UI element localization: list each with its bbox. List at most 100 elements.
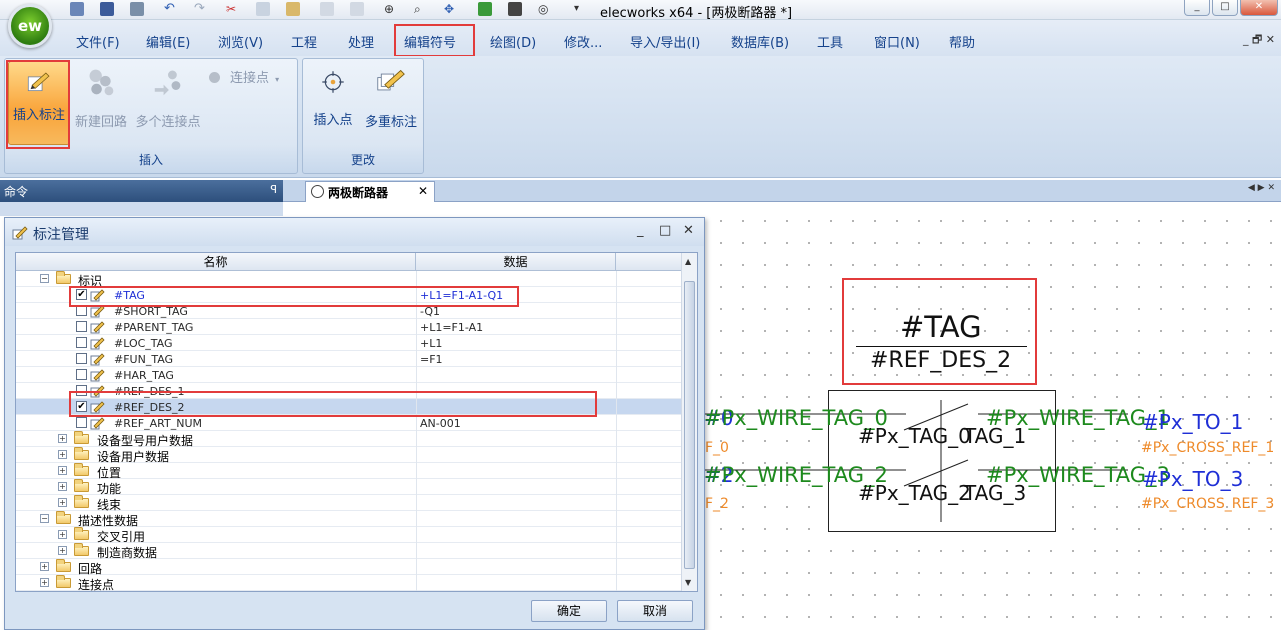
expand-icon[interactable]: + (58, 498, 67, 507)
expand-icon[interactable]: + (40, 578, 49, 587)
tree-row-circuit[interactable]: + 回路 (16, 559, 682, 576)
property-row-loc-tag[interactable]: #LOC_TAG +L1 (16, 335, 682, 351)
insert-point-button[interactable]: 插入点 (307, 61, 359, 145)
symbol-tag-text[interactable]: #TAG (900, 310, 982, 344)
menu-edit-symbol[interactable]: 编辑符号 (404, 32, 456, 51)
expand-icon[interactable]: + (40, 562, 49, 571)
tree-row-cross-reference[interactable]: + 交叉引用 (16, 527, 682, 544)
expand-icon[interactable]: + (58, 466, 67, 475)
menu-edit[interactable]: 编辑(E) (146, 32, 190, 51)
menu-draw[interactable]: 绘图(D) (490, 32, 536, 51)
tree-row-identification[interactable]: − 标识 (16, 271, 682, 288)
menu-window[interactable]: 窗口(N) (874, 32, 920, 51)
property-row-tag[interactable]: ✔ #TAG +L1=F1-A1-Q1 (16, 287, 682, 303)
column-header-name[interactable]: 名称 (16, 253, 416, 271)
property-row-ref-des-1[interactable]: #REF_DES_1 (16, 383, 682, 399)
scroll-up-icon[interactable]: ▲ (685, 257, 691, 266)
print-icon[interactable] (130, 2, 144, 16)
tree-row-connection-point[interactable]: + 连接点 (16, 575, 682, 592)
property-row-fun-tag[interactable]: #FUN_TAG =F1 (16, 351, 682, 367)
menu-import-export[interactable]: 导入/导出(I) (630, 32, 700, 51)
scroll-down-icon[interactable]: ▼ (685, 578, 691, 587)
menu-modify[interactable]: 修改... (564, 32, 602, 51)
vertical-scrollbar[interactable]: ▲ ▼ (681, 253, 697, 591)
menu-database[interactable]: 数据库(B) (731, 32, 789, 51)
pin-icon[interactable]: ꟼ (270, 183, 277, 196)
tree-row-device-user-data[interactable]: + 设备用户数据 (16, 447, 682, 464)
multi-tag-button[interactable]: 多重标注 (361, 61, 421, 145)
tab-scroll-arrows[interactable]: ◀ ▶ ✕ (1248, 183, 1275, 193)
mdi-window-controls[interactable]: _ 🗗 ✕ (1243, 31, 1275, 50)
menu-process[interactable]: 处理 (348, 32, 374, 51)
ok-button[interactable]: 确定 (531, 600, 607, 622)
menu-help[interactable]: 帮助 (949, 32, 975, 51)
maximize-button[interactable]: □ (1212, 0, 1238, 16)
forward-icon[interactable] (350, 2, 364, 16)
insert-point-icon (322, 71, 344, 93)
close-tab-icon[interactable]: ✕ (418, 184, 428, 198)
undo-icon[interactable]: ↶ (164, 2, 178, 16)
tag-checkbox[interactable]: ✔ (76, 289, 87, 300)
menu-project[interactable]: 工程 (291, 32, 317, 51)
collapse-icon[interactable]: − (40, 514, 49, 523)
menu-file[interactable]: 文件(F) (76, 32, 120, 51)
copy-icon[interactable] (256, 2, 270, 16)
minimize-button[interactable]: _ (1184, 0, 1210, 16)
tree-row-manufacturer-data[interactable]: + 制造商数据 (16, 543, 682, 560)
menu-view[interactable]: 浏览(V) (218, 32, 263, 51)
tree-row-location[interactable]: + 位置 (16, 463, 682, 480)
close-window-button[interactable]: ✕ (1240, 0, 1278, 16)
tree-row-function[interactable]: + 功能 (16, 479, 682, 496)
run-icon[interactable] (478, 2, 492, 16)
tree-row-harness[interactable]: + 线束 (16, 495, 682, 512)
collapse-icon[interactable]: − (40, 274, 49, 283)
redo-icon[interactable]: ↷ (194, 2, 208, 16)
cancel-button[interactable]: 取消 (617, 600, 693, 622)
binoculars-icon[interactable] (508, 2, 522, 16)
dialog-minimize-button[interactable]: _ (637, 223, 644, 238)
ref-art-num-checkbox[interactable] (76, 417, 87, 428)
paste-icon[interactable] (286, 2, 300, 16)
app-logo-button[interactable]: ew (8, 4, 52, 48)
fun-tag-checkbox[interactable] (76, 353, 87, 364)
new-icon[interactable] (70, 2, 84, 16)
property-row-parent-tag[interactable]: #PARENT_TAG +L1=F1-A1 (16, 319, 682, 335)
insert-tag-button[interactable]: 插入标注 (8, 61, 70, 145)
tab-two-pole-breaker[interactable]: 两极断路器 ✕ (305, 181, 435, 202)
multi-connection-button[interactable]: 多个连接点 (131, 61, 205, 145)
ref-des-2-checkbox[interactable]: ✔ (76, 401, 87, 412)
scrollbar-thumb[interactable] (684, 281, 695, 569)
tree-row-descriptive-data[interactable]: − 描述性数据 (16, 511, 682, 528)
menu-tools[interactable]: 工具 (817, 32, 843, 51)
save-icon[interactable] (100, 2, 114, 16)
property-row-short-tag[interactable]: #SHORT_TAG -Q1 (16, 303, 682, 319)
back-icon[interactable] (320, 2, 334, 16)
loc-tag-checkbox[interactable] (76, 337, 87, 348)
property-row-ref-art-num[interactable]: #REF_ART_NUM AN-001 (16, 415, 682, 431)
tag-tree-grid[interactable]: 名称 数据 − 标识 ✔ #TAG +L1=F1-A1-Q1 #SHORT_TA… (15, 252, 698, 592)
expand-icon[interactable]: + (58, 434, 67, 443)
ref-des-1-checkbox[interactable] (76, 385, 87, 396)
dialog-maximize-button[interactable]: □ (659, 223, 671, 238)
expand-icon[interactable]: + (58, 482, 67, 491)
symbol-ref-des-text[interactable]: #REF_DES_2 (870, 348, 1011, 373)
more-icon[interactable]: ▾ (574, 2, 588, 16)
expand-icon[interactable]: + (58, 546, 67, 555)
har-tag-checkbox[interactable] (76, 369, 87, 380)
dialog-close-button[interactable]: ✕ (683, 223, 694, 238)
zoom-icon[interactable]: ⌕ (414, 2, 428, 16)
property-row-ref-des-2[interactable]: ✔ #REF_DES_2 (16, 399, 682, 415)
tree-row-device-type-user-data[interactable]: + 设备型号用户数据 (16, 431, 682, 448)
cut-icon[interactable]: ✂ (226, 2, 240, 16)
expand-icon[interactable]: + (58, 450, 67, 459)
new-circuit-button[interactable]: 新建回路 (71, 61, 131, 145)
zoom-fit-icon[interactable]: ⊕ (384, 2, 398, 16)
parent-tag-checkbox[interactable] (76, 321, 87, 332)
property-row-har-tag[interactable]: #HAR_TAG (16, 367, 682, 383)
column-header-data[interactable]: 数据 (416, 253, 616, 271)
short-tag-checkbox[interactable] (76, 305, 87, 316)
pan-icon[interactable]: ✥ (444, 2, 458, 16)
expand-icon[interactable]: + (58, 530, 67, 539)
help-icon[interactable]: ◎ (538, 2, 552, 16)
connection-point-button[interactable]: 连接点 ▾ (209, 67, 295, 87)
